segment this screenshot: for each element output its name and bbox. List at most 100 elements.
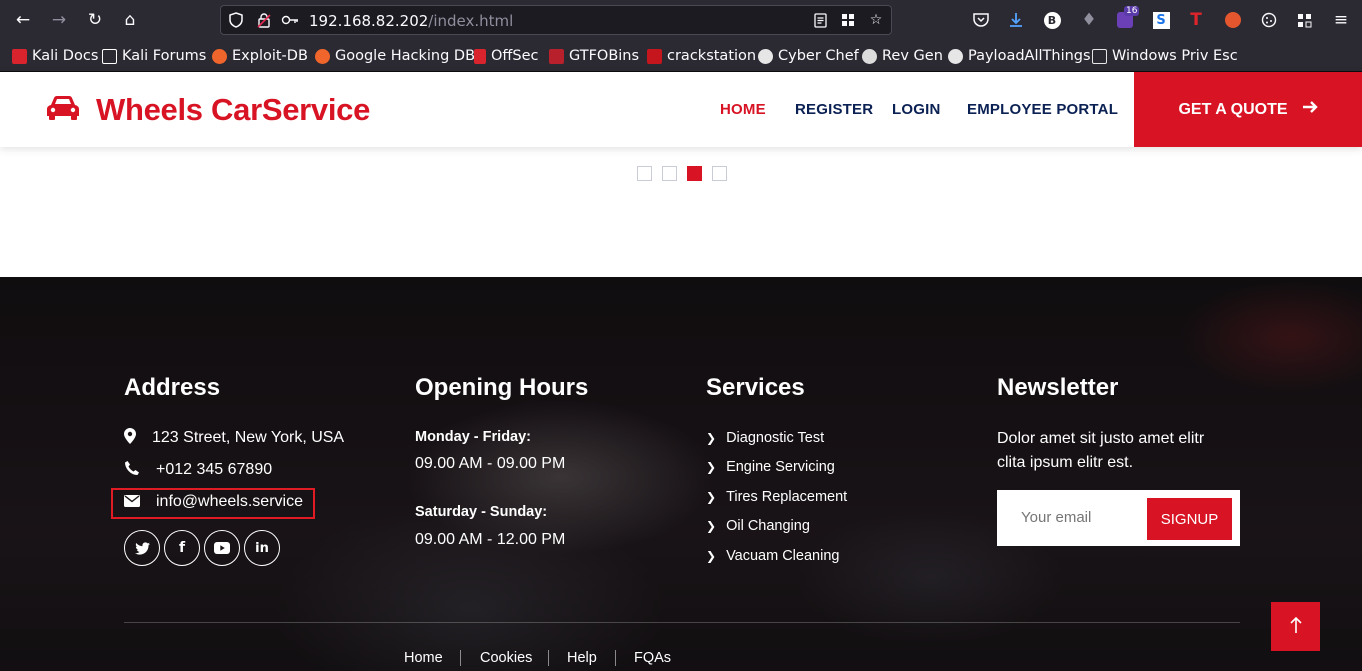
book-icon (1092, 48, 1107, 64)
weekday-hours: 09.00 AM - 09.00 PM (415, 455, 566, 472)
chevron-right-icon: ❯ (706, 549, 717, 563)
get-a-quote-button[interactable]: GET A QUOTE (1134, 72, 1362, 147)
map-marker-icon (124, 428, 144, 448)
facebook-icon[interactable]: f (164, 530, 200, 566)
carousel-dot-active[interactable] (687, 166, 702, 181)
footer-link-separator (460, 650, 461, 666)
extension-puzzle-icon[interactable]: ♦ (1078, 9, 1100, 31)
arrow-right-icon (1302, 100, 1318, 119)
weekend-hours: 09.00 AM - 12.00 PM (415, 531, 566, 548)
footer-link-separator (548, 650, 549, 666)
bookmark-crackstation[interactable]: crackstation (647, 47, 756, 65)
extension-b-icon[interactable]: B (1041, 9, 1063, 31)
bookmark-cyber-chef[interactable]: Cyber Chef (758, 47, 859, 65)
carousel-dot[interactable] (637, 166, 652, 181)
signup-button[interactable]: SIGNUP (1147, 498, 1232, 540)
bookmark-kali-docs[interactable]: Kali Docs (12, 47, 98, 65)
extension-t-icon[interactable]: T (1185, 9, 1207, 31)
forward-arrow-icon[interactable]: → (48, 9, 70, 31)
address-title: Address (124, 374, 221, 401)
downloads-icon[interactable] (1005, 9, 1027, 31)
car-icon (46, 95, 80, 126)
footer-link-help[interactable]: Help (567, 650, 597, 666)
brand-logo[interactable]: Wheels CarService (46, 92, 370, 128)
reload-icon[interactable]: ↻ (84, 9, 106, 31)
chevron-right-icon: ❯ (706, 490, 717, 504)
kali-docs-icon (12, 48, 27, 64)
chevron-right-icon: ❯ (706, 460, 717, 474)
footer-divider (124, 622, 1240, 623)
nav-register[interactable]: REGISTER (795, 101, 873, 118)
weekday-label: Monday - Friday: (415, 429, 532, 445)
carousel-dot[interactable] (662, 166, 677, 181)
newsletter-text: Dolor amet sit justo amet elitr clita ip… (997, 430, 1205, 471)
nav-employee-portal[interactable]: EMPLOYEE PORTAL (967, 101, 1118, 118)
chevron-right-icon: ❯ (706, 519, 717, 533)
bookmark-star-icon[interactable]: ☆ (867, 11, 885, 29)
phone-line: +012 345 67890 (124, 460, 272, 480)
reader-view-icon[interactable] (811, 11, 829, 29)
service-link[interactable]: ❯ Tires Replacement (706, 489, 847, 505)
back-to-top-button[interactable] (1271, 602, 1320, 651)
services-title: Services (706, 374, 805, 401)
site-header: Wheels CarService HOME REGISTER LOGIN EM… (0, 72, 1362, 147)
twitter-icon[interactable] (124, 530, 160, 566)
shield-icon[interactable] (227, 11, 245, 29)
offsec-icon (474, 48, 486, 64)
address-line: 123 Street, New York, USA (124, 428, 344, 448)
carousel-dot[interactable] (712, 166, 727, 181)
linkedin-icon[interactable]: in (244, 530, 280, 566)
youtube-icon[interactable] (204, 530, 240, 566)
bookmark-windows-priv-esc[interactable]: Windows Priv Esc (1092, 47, 1238, 65)
cookie-icon[interactable] (1258, 9, 1280, 31)
service-link[interactable]: ❯ Diagnostic Test (706, 430, 824, 446)
bookmark-kali-forums[interactable]: Kali Forums (102, 47, 206, 65)
browser-toolbar: ← → ↻ ⌂ 192.168.82.202/index.html ☆ B ♦ … (0, 0, 1362, 40)
service-link[interactable]: ❯ Vacuam Cleaning (706, 548, 839, 564)
gtfobins-icon (549, 48, 564, 64)
extension-fox-icon[interactable] (1222, 9, 1244, 31)
skull-icon (862, 48, 877, 64)
footer-link-separator (615, 650, 616, 666)
email-highlight-box (111, 488, 315, 519)
weekend-label: Saturday - Sunday: (415, 504, 548, 520)
bookmark-gtfobins[interactable]: GTFOBins (549, 47, 639, 65)
grid-icon[interactable] (839, 11, 857, 29)
pocket-icon[interactable] (970, 9, 992, 31)
back-arrow-icon[interactable]: ← (12, 9, 34, 31)
newsletter-email-input[interactable] (1021, 509, 1131, 526)
bookmark-payloadallthings[interactable]: PayloadAllThings (948, 47, 1091, 65)
extension-s-icon[interactable]: S (1150, 9, 1172, 31)
url-text: 192.168.82.202/index.html (309, 12, 514, 30)
home-icon[interactable]: ⌂ (119, 9, 141, 31)
service-link[interactable]: ❯ Engine Servicing (706, 459, 835, 475)
exploit-db-icon (212, 48, 227, 64)
key-icon[interactable] (281, 11, 299, 29)
bookmark-rev-gen[interactable]: Rev Gen (862, 47, 943, 65)
footer: Address 123 Street, New York, USA +012 3… (0, 277, 1362, 671)
bookmark-exploit-db[interactable]: Exploit-DB (212, 47, 308, 65)
bookmark-offsec[interactable]: OffSec (474, 47, 539, 65)
newsletter-form: SIGNUP (997, 490, 1240, 546)
footer-link-fqas[interactable]: FQAs (634, 650, 671, 666)
nav-home[interactable]: HOME (720, 101, 766, 118)
bookmark-google-hacking-db[interactable]: Google Hacking DB (315, 47, 475, 65)
cyber-chef-icon (758, 48, 773, 64)
github-icon (948, 48, 963, 64)
newsletter-title: Newsletter (997, 374, 1119, 401)
ghdb-icon (315, 48, 330, 64)
footer-link-home[interactable]: Home (404, 650, 443, 666)
menu-icon[interactable]: ≡ (1330, 9, 1352, 31)
phone-icon (124, 460, 144, 480)
insecure-lock-icon[interactable] (255, 11, 273, 29)
chevron-right-icon: ❯ (706, 431, 717, 445)
opening-hours-title: Opening Hours (415, 374, 589, 401)
extensions-icon[interactable] (1293, 9, 1315, 31)
nav-login[interactable]: LOGIN (892, 101, 941, 118)
service-link[interactable]: ❯ Oil Changing (706, 518, 810, 534)
arrow-up-icon (1289, 615, 1303, 639)
footer-link-cookies[interactable]: Cookies (480, 650, 532, 666)
extension-badge-icon[interactable]: 16 (1114, 6, 1140, 31)
crackstation-icon (647, 48, 662, 64)
url-bar[interactable]: 192.168.82.202/index.html ☆ (220, 5, 892, 35)
